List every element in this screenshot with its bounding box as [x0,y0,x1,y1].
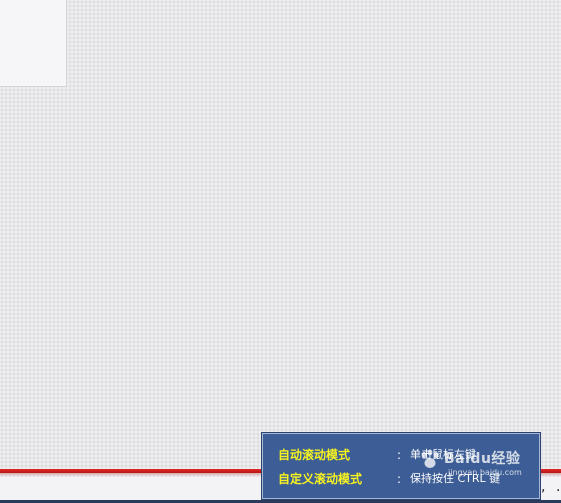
custom-scroll-mode-label: 自定义滚动模式 [278,472,363,486]
auto-scroll-description: 单击鼠标左键 [410,448,476,461]
tooltip-row-auto-scroll: 自动滚动模式 : 单击鼠标左键 [263,446,539,464]
auto-scroll-mode-label: 自动滚动模式 [278,448,351,462]
custom-scroll-description: 保持按住 CTRL 键 [410,472,501,485]
status-strip-dot: . [556,479,561,495]
custom-scroll-colon: : [397,472,402,486]
auto-scroll-colon: : [397,448,402,462]
scroll-mode-tooltip: 自动滚动模式 : 单击鼠标左键 自定义滚动模式 : 保持按住 CTRL 键 [262,433,540,499]
status-strip-comma: , [541,479,546,495]
top-left-panel [0,0,67,87]
tooltip-row-custom-scroll: 自定义滚动模式 : 保持按住 CTRL 键 [263,470,539,488]
